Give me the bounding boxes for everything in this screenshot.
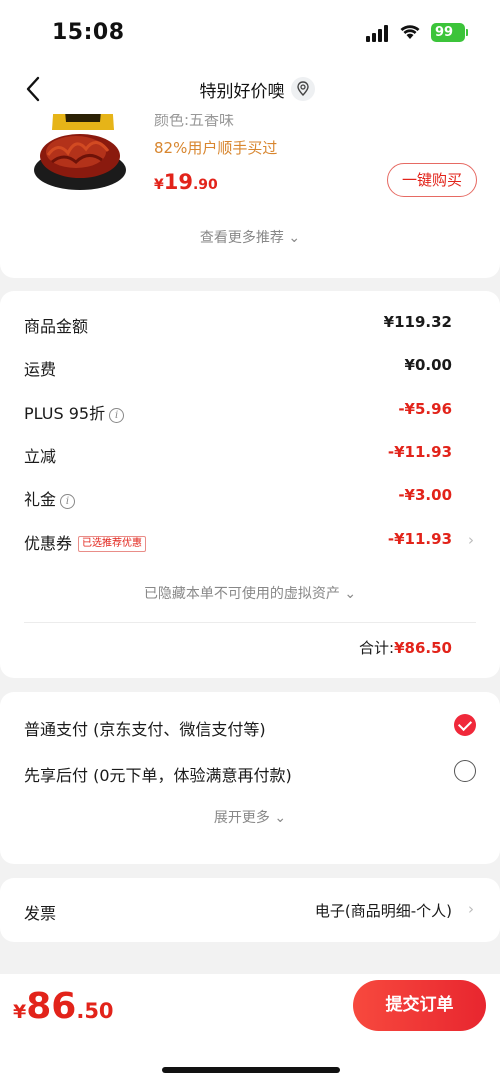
divider [24, 622, 476, 623]
price-dec: .90 [192, 177, 218, 193]
plus-discount-label: PLUS 95折 [24, 404, 106, 423]
summary-value: ¥119.32 [383, 313, 452, 331]
recommend-card: 颜色:五香味 82%用户顺手买过 ¥19.90 一键购买 查看更多推荐 ⌄ [0, 100, 500, 278]
payment-option-label: 先享后付 (0元下单，体验满意再付款) [24, 766, 292, 785]
price-symbol: ¥ [154, 177, 164, 193]
more-recommend-link[interactable]: 查看更多推荐 ⌄ [0, 227, 500, 247]
wifi-icon [399, 22, 421, 44]
invoice-value: 电子(商品明细-个人) [314, 902, 452, 920]
payment-option-pay-later[interactable]: 先享后付 (0元下单，体验满意再付款) [24, 758, 476, 786]
summary-value: -¥3.00 [398, 486, 452, 504]
summary-row-coupon[interactable]: 优惠券 已选推荐优惠 -¥11.93 › [24, 525, 476, 555]
bottom-checkout-bar: ¥86.50 提交订单 [0, 974, 500, 1082]
status-time: 15:08 [52, 20, 125, 45]
chevron-right-icon[interactable]: › [468, 531, 474, 549]
summary-row-instant-reduction: 立减 -¥11.93 [24, 438, 476, 468]
home-indicator[interactable] [162, 1067, 340, 1073]
invoice-card[interactable]: 发票 电子(商品明细-个人) › [0, 878, 500, 942]
price-int: 86 [26, 986, 77, 1027]
nav-bar: 特别好价噢 [0, 64, 500, 114]
page-title: 特别好价噢 [199, 82, 285, 102]
battery-icon: 99 [431, 23, 468, 42]
total-label: 合计: [359, 639, 395, 657]
battery-level: 99 [435, 25, 454, 40]
one-click-buy-button[interactable]: 一键购买 [387, 163, 477, 197]
info-icon[interactable]: i [109, 408, 125, 423]
payment-method-card: 普通支付 (京东支付、微信支付等) 先享后付 (0元下单，体验满意再付款) 展开… [0, 692, 500, 864]
cellular-signal-icon [366, 24, 390, 42]
price-dec: .50 [76, 999, 114, 1023]
expand-more-link[interactable]: 展开更多 ⌄ [0, 807, 500, 827]
summary-row-gift-money: 礼金 i -¥3.00 [24, 481, 476, 511]
summary-label: PLUS 95折 i [24, 400, 125, 424]
product-price: ¥19.90 [154, 170, 218, 194]
radio-unchecked-icon[interactable] [454, 760, 476, 782]
summary-value: -¥5.96 [398, 400, 452, 418]
summary-label: 立减 [24, 447, 57, 466]
payment-option-normal[interactable]: 普通支付 (京东支付、微信支付等) [24, 712, 476, 740]
order-total: 合计:¥86.50 [359, 637, 452, 658]
invoice-label: 发票 [24, 904, 57, 923]
price-int: 19 [163, 170, 193, 194]
summary-label: 商品金额 [24, 317, 89, 336]
summary-value: -¥11.93 [387, 443, 452, 461]
summary-row-plus-discount: PLUS 95折 i -¥5.96 [24, 395, 476, 425]
gift-money-label: 礼金 [24, 490, 57, 509]
checkout-price: ¥86.50 [13, 986, 114, 1027]
product-image[interactable] [24, 100, 136, 198]
price-symbol: ¥ [13, 1001, 27, 1023]
radio-checked-icon[interactable] [454, 714, 476, 736]
recommended-coupon-badge: 已选推荐优惠 [78, 536, 147, 552]
summary-value: ¥0.00 [404, 356, 452, 374]
hidden-assets-toggle[interactable]: 已隐藏本单不可使用的虚拟资产 ⌄ [0, 583, 500, 603]
coupon-label: 优惠券 [24, 534, 73, 553]
summary-row-goods-amount: 商品金额 ¥119.32 [24, 308, 476, 338]
summary-label: 优惠券 已选推荐优惠 [24, 530, 147, 554]
submit-order-button[interactable]: 提交订单 [353, 980, 486, 1031]
location-pin-icon[interactable] [291, 77, 315, 101]
summary-row-shipping: 运费 ¥0.00 [24, 351, 476, 381]
summary-label: 运费 [24, 360, 57, 379]
payment-option-label: 普通支付 (京东支付、微信支付等) [24, 720, 266, 739]
product-sold-hint: 82%用户顺手买过 [154, 139, 278, 157]
summary-value: -¥11.93 [387, 530, 452, 548]
status-bar: 15:08 99 [0, 0, 500, 64]
chevron-right-icon[interactable]: › [468, 900, 474, 918]
total-value: ¥86.50 [394, 639, 452, 657]
summary-label: 礼金 i [24, 486, 76, 510]
info-icon[interactable]: i [60, 494, 76, 509]
price-summary-card: 商品金额 ¥119.32 运费 ¥0.00 PLUS 95折 i -¥5.96 立… [0, 291, 500, 678]
